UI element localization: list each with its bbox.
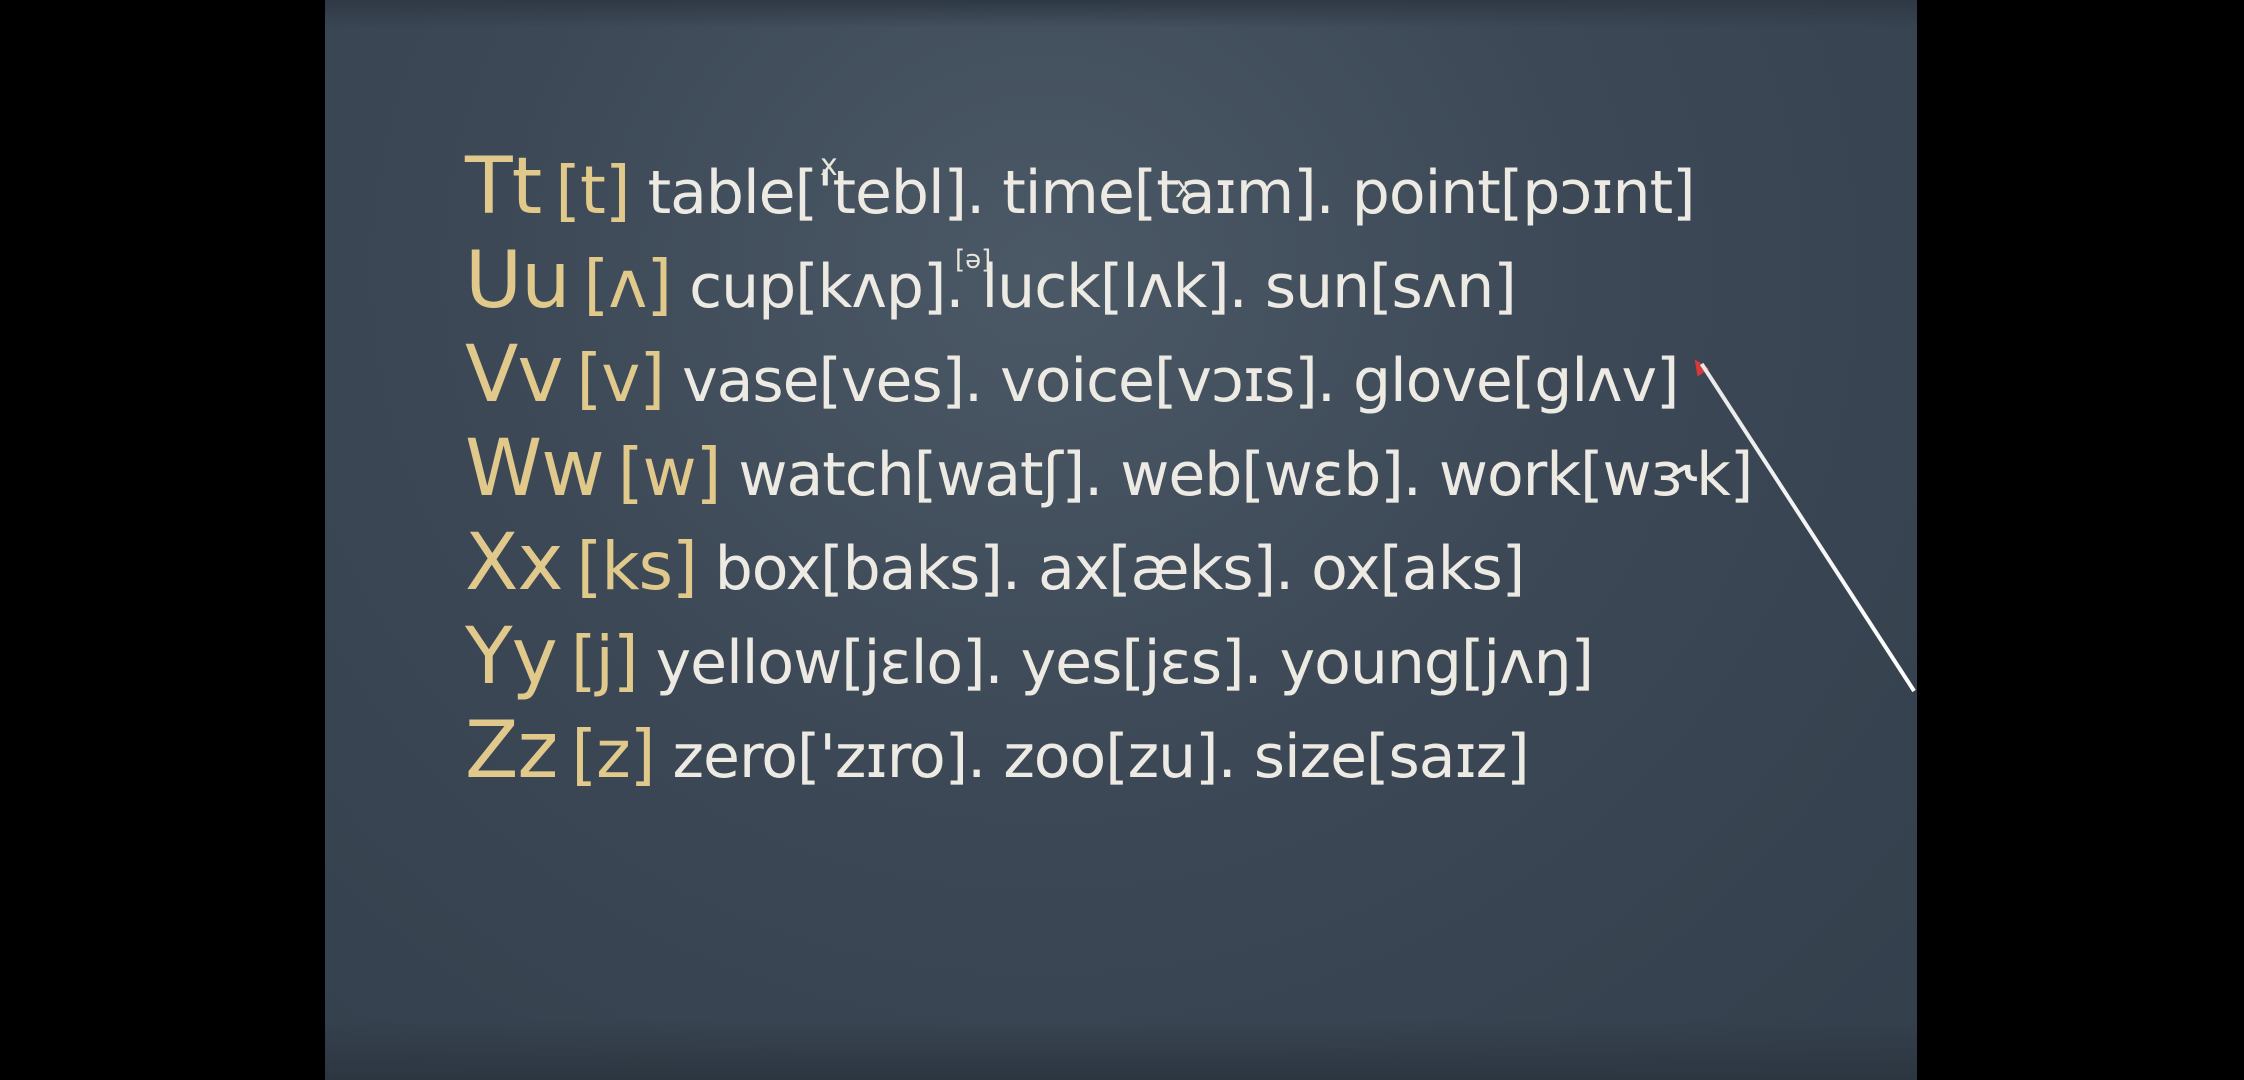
board-bottom-edge xyxy=(325,1020,1917,1080)
chalk-mark-x: x xyxy=(1175,170,1193,205)
row-words: box[baks]. ax[æks]. ox[aks] xyxy=(714,534,1525,604)
row-words: zero['zɪro]. zoo[zu]. size[saɪz] xyxy=(672,722,1530,792)
chalkboard: Tt [t] table['tebl]. time[taɪm]. point[pɔɪ… xyxy=(325,0,1917,1080)
row-words: vase[ves]. voice[vɔɪs]. glove[glʌv] xyxy=(682,346,1679,416)
row-letter: Xx xyxy=(465,518,564,608)
row-words: watch[watʃ]. web[wɛb]. work[wɝk] xyxy=(738,440,1753,510)
video-frame: Tt [t] table['tebl]. time[taɪm]. point[pɔɪ… xyxy=(0,0,2244,1080)
row-ipa: [ks] xyxy=(576,528,698,605)
row-words: cup[kʌp]. luck[lʌk]. sun[sʌn] xyxy=(689,252,1517,322)
row-letter: Ww xyxy=(465,424,605,514)
row-x: Xx [ks] box[baks]. ax[æks]. ox[aks] xyxy=(465,516,1865,610)
row-words: table['tebl]. time[taɪm]. point[pɔɪnt] xyxy=(647,158,1696,228)
row-letter: Yy xyxy=(465,612,558,702)
row-words: yellow[jɛlo]. yes[jɛs]. young[jʌŋ] xyxy=(655,628,1594,698)
row-letter: Zz xyxy=(465,706,558,796)
row-ipa: [z] xyxy=(571,716,655,793)
row-ipa: [t] xyxy=(555,152,630,229)
row-v: Vv [v] vase[ves]. voice[vɔɪs]. glove[glʌv] xyxy=(465,328,1865,422)
row-ipa: [w] xyxy=(617,434,721,511)
row-letter: Vv xyxy=(465,330,564,420)
row-w: Ww [w] watch[watʃ]. web[wɛb]. work[wɝk] xyxy=(465,422,1865,516)
row-z: Zz [z] zero['zɪro]. zoo[zu]. size[saɪz] xyxy=(465,704,1865,798)
row-ipa: [ʌ] xyxy=(583,246,673,323)
row-letter: Tt xyxy=(465,142,542,232)
chalk-mark-x: x xyxy=(820,148,838,183)
row-t: Tt [t] table['tebl]. time[taɪm]. point[pɔɪ… xyxy=(465,140,1865,234)
row-ipa: [j] xyxy=(570,622,639,699)
schwa-annotation: [ə] xyxy=(955,245,992,275)
board-top-edge xyxy=(325,0,1917,28)
row-letter: Uu xyxy=(465,236,571,326)
row-ipa: [v] xyxy=(576,340,666,417)
row-y: Yy [j] yellow[jɛlo]. yes[jɛs]. young[jʌŋ] xyxy=(465,610,1865,704)
row-u: Uu [ʌ] cup[kʌp]. luck[lʌk]. sun[sʌn] xyxy=(465,234,1865,328)
phonics-rows: Tt [t] table['tebl]. time[taɪm]. point[pɔɪ… xyxy=(465,140,1865,798)
